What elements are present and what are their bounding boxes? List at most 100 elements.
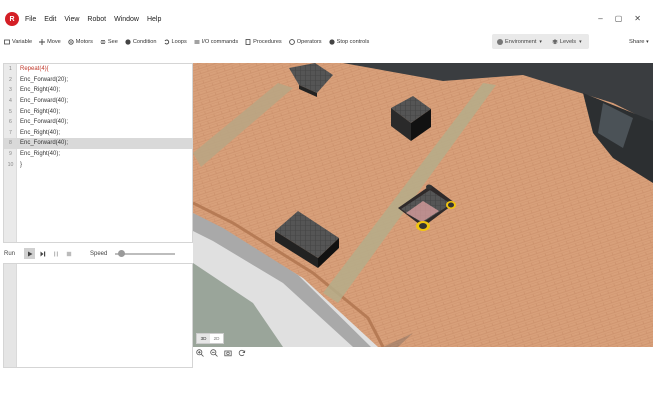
run-label: Run	[4, 250, 16, 257]
viewport-controls	[196, 349, 246, 357]
zoom-in-icon	[196, 349, 204, 357]
toolbar-stop-label: Stop controls	[336, 39, 370, 45]
toolbar-condition-label: Condition	[132, 39, 157, 45]
speed-label: Speed	[90, 250, 108, 257]
gear-icon	[68, 39, 74, 45]
line-number: 2	[9, 76, 12, 83]
loop-icon	[164, 39, 169, 45]
line-number: 1	[9, 66, 12, 73]
code-line[interactable]: 4 Enc_Forward(40);	[4, 96, 192, 107]
code-text: Enc_Forward(40);	[20, 140, 69, 147]
code-line[interactable]: 3 Enc_Right(40);	[4, 85, 192, 96]
menu-file[interactable]: File	[25, 16, 36, 23]
play-icon	[27, 251, 32, 256]
toolbar-stop-controls[interactable]: Stop controls	[329, 39, 370, 45]
layers-icon	[551, 38, 558, 44]
toolbar-loops-label: Loops	[171, 39, 187, 45]
toolbar-procedures-label: Procedures	[253, 39, 282, 45]
speed-slider-handle[interactable]	[118, 250, 125, 257]
camera-icon	[224, 350, 232, 357]
share-label: Share	[629, 39, 645, 45]
toolbar-condition[interactable]: Condition	[125, 39, 157, 45]
step-forward-icon	[40, 251, 45, 256]
toolbar-procedures[interactable]: Procedures	[245, 39, 282, 45]
code-text: Enc_Right(40);	[20, 108, 61, 115]
code-text: Enc_Right(40);	[20, 151, 61, 158]
toolbar-see[interactable]: See	[100, 39, 118, 45]
line-number: 9	[9, 151, 12, 158]
environment-label: Environment	[505, 38, 537, 45]
levels-dropdown[interactable]: Levels ▾	[547, 39, 582, 45]
toolbar-move[interactable]: Move	[39, 39, 61, 45]
line-number: 5	[9, 108, 12, 115]
stop-square-icon	[66, 251, 71, 256]
zoom-out-button[interactable]	[210, 349, 218, 357]
line-number: 7	[9, 129, 12, 136]
screenshot-button[interactable]	[224, 349, 232, 357]
code-text: }	[20, 161, 23, 168]
line-number: 4	[9, 98, 12, 105]
step-button[interactable]	[37, 248, 48, 259]
run-controls: Run Speed	[0, 246, 193, 261]
sensor-icon	[100, 40, 106, 44]
maximize-icon[interactable]: ▢	[615, 14, 623, 23]
line-number: 8	[9, 140, 12, 147]
view-2d-button[interactable]: 2D	[210, 334, 223, 343]
code-editor[interactable]: 1 Repeat(4){2 Enc_Forward(20); 3 Enc_Right(4…	[3, 63, 193, 243]
menu-bar: R File Edit View Robot Window Help – ▢ ✕	[0, 10, 653, 28]
toolbar-operators[interactable]: Operators	[288, 39, 322, 45]
variable-icon	[4, 39, 10, 45]
stop-icon	[329, 39, 335, 45]
menu-window[interactable]: Window	[114, 16, 139, 23]
toolbar-io-label: I/O commands	[201, 39, 239, 45]
chevron-down-icon: ▾	[539, 38, 542, 45]
close-icon[interactable]: ✕	[634, 14, 641, 23]
code-line[interactable]: 7 Enc_Right(40);	[4, 128, 192, 139]
app-logo: R	[5, 12, 19, 26]
view-mode-toggle: 3D 2D	[196, 333, 224, 344]
code-line[interactable]: 2 Enc_Forward(20);	[4, 75, 192, 86]
line-number: 10	[7, 161, 14, 168]
speed-slider[interactable]	[115, 250, 176, 257]
reset-view-button[interactable]	[238, 349, 246, 357]
toolbar-operators-label: Operators	[296, 39, 322, 45]
output-console[interactable]	[3, 263, 193, 368]
toolbar-loops[interactable]: Loops	[164, 39, 187, 45]
toolbar-io-commands[interactable]: I/O commands	[194, 39, 238, 45]
levels-label: Levels	[559, 38, 577, 45]
simulation-viewport[interactable]: 3D 2D	[193, 63, 653, 347]
io-icon	[194, 40, 200, 44]
line-number: 3	[9, 87, 12, 94]
toolbar-motors[interactable]: Motors	[68, 39, 93, 45]
menu-edit[interactable]: Edit	[44, 16, 56, 23]
code-line[interactable]: 5 Enc_Right(40);	[4, 106, 192, 117]
menu-view[interactable]: View	[64, 16, 79, 23]
chevron-down-icon: ▾	[646, 39, 649, 45]
menu-robot[interactable]: Robot	[87, 16, 106, 23]
view-3d-button[interactable]: 3D	[197, 334, 210, 343]
menu-help[interactable]: Help	[147, 16, 161, 23]
code-text: Enc_Forward(40);	[20, 119, 69, 126]
app-window: R File Edit View Robot Window Help – ▢ ✕…	[0, 0, 653, 407]
code-text: Enc_Right(40);	[20, 87, 61, 94]
toolbar-variable-label: Variable	[12, 39, 33, 45]
play-button[interactable]	[24, 248, 35, 259]
minimize-icon[interactable]: –	[598, 14, 602, 23]
pause-icon	[53, 251, 58, 256]
share-button[interactable]: Share ▾	[629, 39, 649, 45]
toolbar-variable[interactable]: Variable	[4, 39, 32, 45]
line-number: 6	[9, 119, 12, 126]
question-icon	[125, 39, 131, 45]
operator-icon	[288, 39, 295, 45]
code-line[interactable]: 9 Enc_Right(40);	[4, 149, 192, 160]
environment-dropdown[interactable]: Environment ▾	[492, 38, 542, 45]
zoom-out-icon	[210, 349, 218, 357]
code-line[interactable]: 6 Enc_Forward(40);	[4, 117, 192, 128]
stop-button[interactable]	[63, 248, 74, 259]
pause-button[interactable]	[50, 248, 61, 259]
zoom-in-button[interactable]	[196, 349, 204, 357]
scene-3d	[193, 63, 653, 347]
code-line[interactable]: 8 Enc_Forward(40);	[4, 138, 192, 149]
code-line[interactable]: 1 Repeat(4){	[4, 64, 192, 75]
code-line[interactable]: 10}	[4, 159, 192, 170]
